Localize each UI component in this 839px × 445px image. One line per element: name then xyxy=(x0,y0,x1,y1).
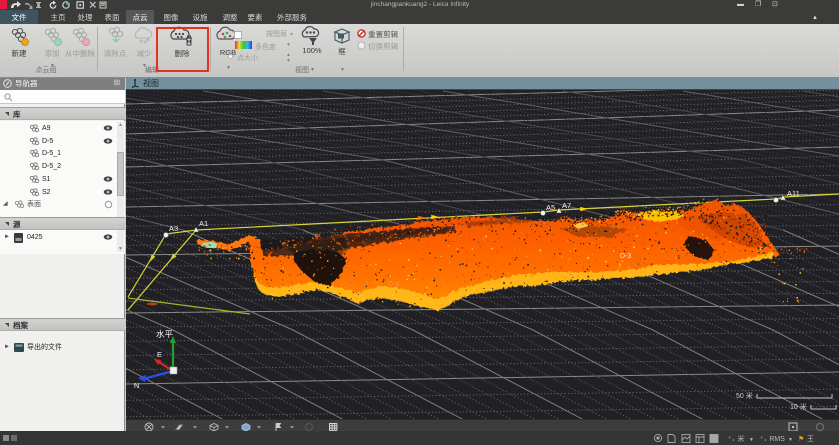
svg-text:▼: ▼ xyxy=(749,437,754,443)
svg-text:▼: ▼ xyxy=(788,437,793,443)
svg-text:A11: A11 xyxy=(787,189,800,198)
svg-text:水平: 水平 xyxy=(156,329,174,339)
svg-text:A5: A5 xyxy=(546,203,555,212)
svg-text:⁺₊ RMS: ⁺₊ RMS xyxy=(760,436,785,443)
svg-text:D-3: D-3 xyxy=(620,253,631,260)
svg-text:N: N xyxy=(134,381,139,390)
svg-text:⁺₊ 米: ⁺₊ 米 xyxy=(728,434,744,443)
svg-text:50 米: 50 米 xyxy=(736,391,753,400)
svg-text:A7: A7 xyxy=(562,201,571,210)
svg-text:⚑: ⚑ xyxy=(798,435,804,443)
svg-text:D-4: D-4 xyxy=(388,281,399,288)
svg-text:10 米: 10 米 xyxy=(790,402,807,411)
svg-text:A1: A1 xyxy=(199,219,208,228)
svg-text:E: E xyxy=(157,350,162,359)
svg-text:王: 王 xyxy=(807,435,814,443)
svg-text:A3: A3 xyxy=(169,224,178,233)
